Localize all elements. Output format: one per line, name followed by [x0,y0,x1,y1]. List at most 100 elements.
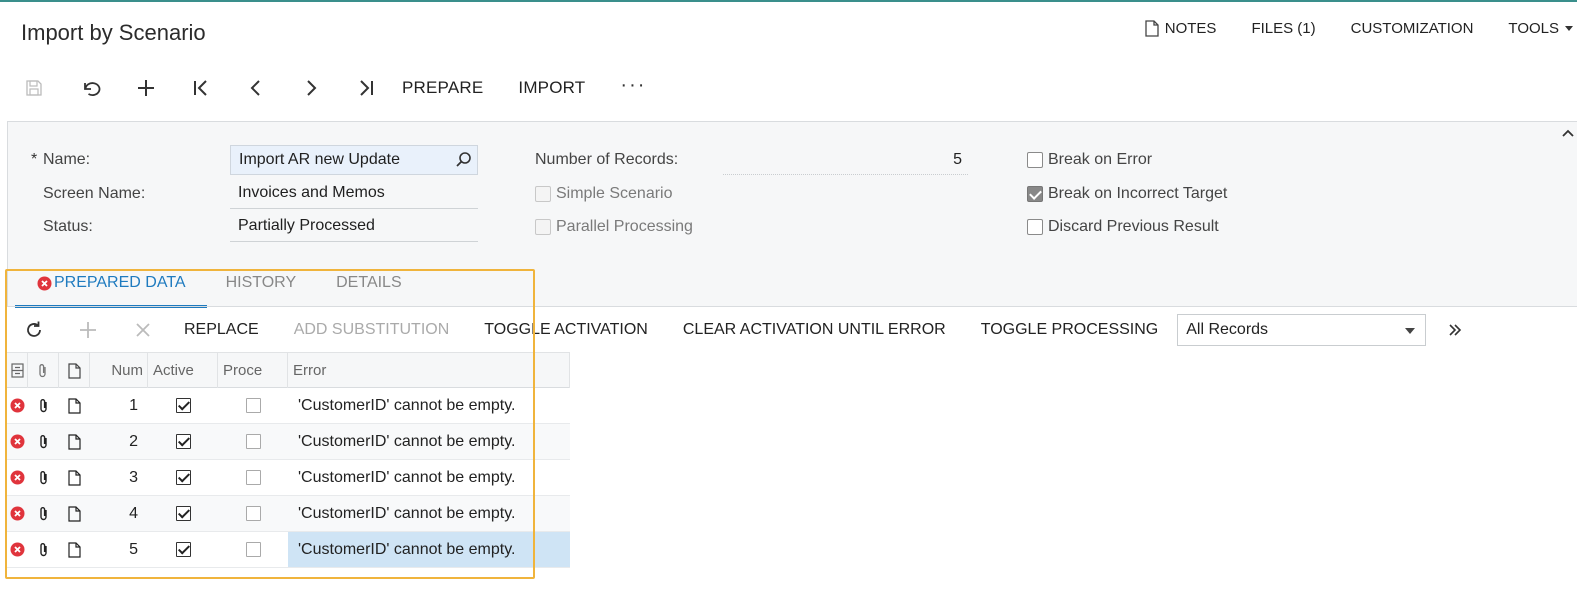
active-checkbox[interactable] [175,542,191,557]
simple-scenario-checkbox[interactable]: Simple Scenario [535,185,673,203]
tools-button[interactable]: TOOLS [1508,20,1573,37]
checkbox-box[interactable] [535,186,551,202]
first-record-button[interactable] [182,71,220,105]
chevron-right-icon [307,80,317,96]
save-icon [26,80,42,96]
row-attachment-cell[interactable] [28,532,59,567]
error-icon [37,276,52,291]
table-row-selected[interactable]: 5 'CustomerID' cannot be empty. [7,532,570,568]
row-attachment-cell[interactable] [28,496,59,531]
import-button[interactable]: IMPORT [518,78,585,98]
discard-previous-result-checkbox[interactable]: Discard Previous Result [1027,218,1219,236]
processed-checkbox[interactable] [245,434,261,449]
processed-checkbox[interactable] [245,506,261,521]
processed-column-header[interactable]: Proce [218,353,288,388]
row-active-cell[interactable] [148,424,218,459]
row-attachment-cell[interactable] [28,460,59,495]
row-active-cell[interactable] [148,460,218,495]
name-value: Import AR new Update [239,151,400,168]
checkbox-box[interactable] [535,219,551,235]
row-active-cell[interactable] [148,496,218,531]
chevron-up-icon[interactable] [1561,128,1575,138]
table-row[interactable]: 3 'CustomerID' cannot be empty. [7,460,570,496]
files-button[interactable]: FILES (1) [1251,20,1315,37]
records-filter-select[interactable]: All Records [1177,314,1427,346]
screen-name-label: Screen Name: [43,185,146,202]
replace-button[interactable]: REPLACE [184,321,259,339]
clear-activation-until-error-button[interactable]: CLEAR ACTIVATION UNTIL ERROR [683,321,946,339]
attachments-column-header[interactable] [28,353,59,388]
notes-button[interactable]: NOTES [1145,20,1216,37]
row-note-cell[interactable] [59,388,90,423]
row-attachment-cell[interactable] [28,424,59,459]
document-icon [67,362,81,379]
last-icon [360,80,373,96]
tab-bar: PREPARED DATA HISTORY DETAILS [15,268,422,308]
parallel-processing-checkbox[interactable]: Parallel Processing [535,218,693,236]
checkbox-box[interactable] [1027,152,1043,168]
row-processed-cell[interactable] [218,496,288,531]
active-column-header[interactable]: Active [148,353,218,388]
tab-label: HISTORY [225,274,297,291]
processed-checkbox[interactable] [245,470,261,485]
add-row-button[interactable] [69,315,107,345]
checkbox-box[interactable] [1027,219,1043,235]
row-note-cell[interactable] [59,496,90,531]
tools-label: TOOLS [1508,19,1559,37]
break-on-error-checkbox[interactable]: Break on Error [1027,151,1152,169]
records-filter-value: All Records [1186,321,1269,338]
refresh-button[interactable] [15,315,53,345]
row-note-cell[interactable] [59,424,90,459]
break-on-error-label: Break on Error [1048,151,1153,168]
add-button[interactable] [127,71,165,105]
add-substitution-button[interactable]: ADD SUBSTITUTION [294,321,450,339]
table-row[interactable]: 4 'CustomerID' cannot be empty. [7,496,570,532]
row-note-cell[interactable] [59,460,90,495]
tab-details[interactable]: DETAILS [316,268,422,308]
row-note-cell[interactable] [59,532,90,567]
toggle-processing-button[interactable]: TOGGLE PROCESSING [981,321,1159,339]
top-menu: NOTES FILES (1) CUSTOMIZATION TOOLS [1145,18,1577,38]
double-chevron-right-icon[interactable] [1448,323,1462,337]
num-column-header[interactable]: Num [90,353,148,388]
error-column-header[interactable]: Error [288,353,570,388]
tab-prepared-data[interactable]: PREPARED DATA [15,268,207,308]
active-checkbox[interactable] [175,506,191,521]
previous-record-button[interactable] [237,71,275,105]
status-column-header[interactable] [7,353,28,388]
row-processed-cell[interactable] [218,460,288,495]
active-checkbox[interactable] [175,434,191,449]
row-processed-cell[interactable] [218,532,288,567]
processed-checkbox[interactable] [245,398,261,413]
row-error: 'CustomerID' cannot be empty. [298,432,516,450]
notes-column-header[interactable] [59,353,90,388]
plus-icon [80,322,96,338]
row-active-cell[interactable] [148,388,218,423]
checkbox-box-checked[interactable] [1027,186,1043,202]
break-on-incorrect-target-checkbox[interactable]: Break on Incorrect Target [1027,185,1227,203]
search-icon[interactable] [455,151,473,169]
last-record-button[interactable] [347,71,385,105]
row-active-cell[interactable] [148,532,218,567]
row-processed-cell[interactable] [218,424,288,459]
more-actions-button[interactable]: ··· [620,74,646,97]
save-button[interactable] [18,71,50,105]
table-row[interactable]: 2 'CustomerID' cannot be empty. [7,424,570,460]
next-record-button[interactable] [292,71,330,105]
table-row[interactable]: 1 'CustomerID' cannot be empty. [7,388,570,424]
delete-row-button[interactable] [124,315,162,345]
tab-history[interactable]: HISTORY [206,268,317,308]
paperclip-icon [39,470,47,484]
active-checkbox[interactable] [175,398,191,413]
document-icon [68,541,81,558]
row-processed-cell[interactable] [218,388,288,423]
toggle-activation-button[interactable]: TOGGLE ACTIVATION [484,321,648,339]
customization-button[interactable]: CUSTOMIZATION [1351,20,1474,37]
processed-checkbox[interactable] [245,542,261,557]
active-checkbox[interactable] [175,470,191,485]
error-icon [10,398,25,413]
prepare-button[interactable]: PREPARE [402,78,483,98]
row-attachment-cell[interactable] [28,388,59,423]
name-field[interactable]: Import AR new Update [230,145,478,175]
undo-button[interactable] [72,71,110,105]
